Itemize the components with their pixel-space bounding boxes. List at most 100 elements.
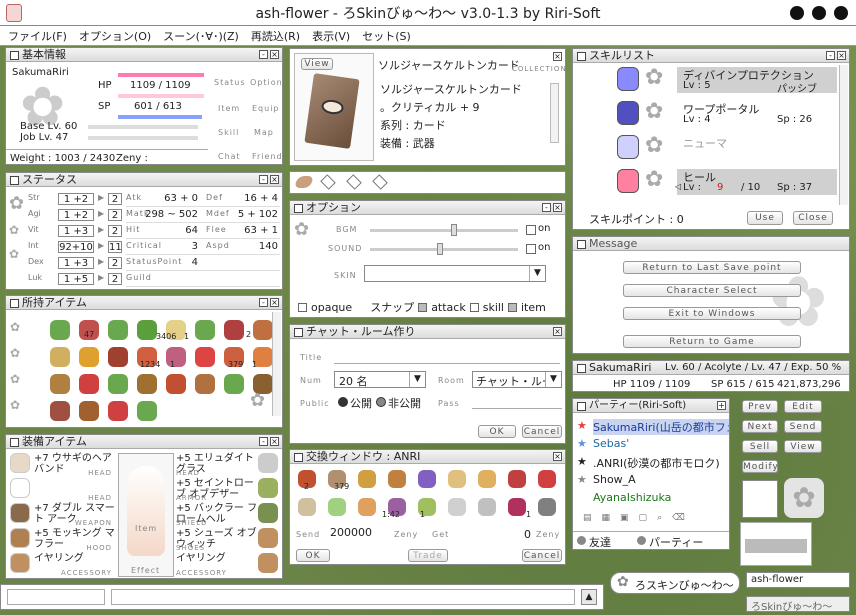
inventory-item-icon[interactable]	[137, 320, 157, 340]
item-checkbox[interactable]	[508, 302, 517, 312]
doc-icon[interactable]: ▣	[620, 513, 629, 525]
chat-num-select[interactable]: 20 名 ▼	[334, 371, 426, 388]
card-scrollbar[interactable]	[550, 83, 559, 143]
card-slot-empty-icon[interactable]	[346, 174, 362, 190]
maximize-button[interactable]	[812, 6, 826, 20]
party-header[interactable]: パーティー(Riri-Soft) +	[573, 399, 729, 413]
friends-tab[interactable]: 友達	[589, 534, 611, 549]
equip-slot-icon[interactable]	[258, 553, 278, 573]
trade-item-icon[interactable]	[538, 498, 556, 516]
close-icon[interactable]: ×	[270, 437, 279, 446]
status-header[interactable]: ステータス - ×	[6, 173, 282, 187]
skill-row[interactable]: ヒール Lv : ◁ 9/ 10 Sp : 37	[675, 169, 837, 195]
equip-slot-icon[interactable]	[258, 503, 278, 523]
inventory-item-icon[interactable]	[137, 374, 157, 394]
search-icon[interactable]: ⌕	[657, 513, 662, 525]
equip-slot-icon[interactable]	[258, 478, 278, 498]
bgm-slider[interactable]	[370, 229, 518, 232]
item-shortcut[interactable]: Item	[218, 104, 240, 113]
inventory-item-icon[interactable]	[253, 320, 273, 340]
inventory-item-icon[interactable]	[79, 401, 99, 421]
minimize-icon[interactable]: -	[259, 50, 268, 59]
chat-pass-input[interactable]	[472, 395, 562, 409]
menu-set[interactable]: セット(S)	[362, 28, 411, 44]
chat-shortcut[interactable]: Chat	[218, 152, 241, 161]
inventory-item-icon[interactable]	[195, 374, 215, 394]
add-icon[interactable]: +	[717, 401, 726, 410]
menu-view[interactable]: 表示(V)	[312, 28, 350, 44]
inventory-item-icon[interactable]	[166, 374, 186, 394]
equip-shortcut[interactable]: Equip	[252, 104, 280, 113]
close-icon[interactable]: ×	[270, 298, 279, 307]
trade-item-icon[interactable]	[388, 470, 406, 488]
chat-channel-input[interactable]	[7, 589, 105, 605]
return-game-button[interactable]: Return to Game	[623, 335, 801, 348]
chat-dropdown-button[interactable]: ▲	[581, 589, 597, 605]
chat-title-input[interactable]	[334, 350, 560, 364]
party-tab[interactable]: パーティー	[649, 534, 703, 549]
edit-button[interactable]: Edit	[784, 400, 822, 413]
party-member-name[interactable]: Show_A	[593, 473, 636, 486]
trade-item-icon[interactable]	[358, 498, 376, 516]
inventory-item-icon[interactable]	[224, 320, 244, 340]
card-view-button[interactable]: View	[301, 58, 333, 70]
party-member-name[interactable]: SakumaRiri(山岳の都市フェ	[593, 419, 729, 435]
skill-icon[interactable]	[617, 169, 639, 193]
chat-room-select[interactable]: チャット・ルー ▼	[472, 371, 562, 388]
party-radio[interactable]	[637, 536, 646, 545]
skill-list-header[interactable]: スキルリスト - ×	[573, 49, 849, 63]
card-slot-empty-icon[interactable]	[372, 174, 388, 190]
map-shortcut[interactable]: Map	[254, 128, 274, 137]
grid-icon[interactable]: ▦	[602, 513, 611, 525]
bgm-on-checkbox[interactable]	[526, 225, 536, 235]
skill-checkbox[interactable]	[469, 302, 479, 312]
minimize-button[interactable]	[790, 6, 804, 20]
inventory-item-icon[interactable]	[108, 401, 128, 421]
trade-item-icon[interactable]	[448, 470, 466, 488]
equip-slot-icon[interactable]	[10, 478, 30, 498]
stat-up-arrow-icon[interactable]: ▶	[98, 225, 104, 234]
skill-close-button[interactable]: Close	[793, 211, 833, 225]
stat-up-arrow-icon[interactable]: ▶	[98, 257, 104, 266]
friend-shortcut[interactable]: Friend	[252, 152, 282, 161]
inventory-item-icon[interactable]	[108, 320, 128, 340]
status-shortcut[interactable]: Status	[214, 78, 246, 87]
party-member-name[interactable]: .ANRI(砂漠の都市モロク)	[593, 455, 720, 471]
modify-button[interactable]: Modify	[742, 460, 778, 473]
close-icon[interactable]: ×	[553, 327, 562, 336]
skill-icon[interactable]	[617, 135, 639, 159]
inventory-item-icon[interactable]	[50, 320, 70, 340]
view-button[interactable]: View	[784, 440, 822, 453]
next-button[interactable]: Next	[742, 420, 778, 433]
equip-slot-icon[interactable]	[10, 553, 30, 573]
sound-on-checkbox[interactable]	[526, 244, 536, 254]
skill-scrollbar[interactable]	[839, 65, 848, 205]
trade-ok-button[interactable]: OK	[296, 549, 330, 562]
chat-room-header[interactable]: チャット・ルーム作り ×	[290, 325, 565, 339]
trade-send-zeny[interactable]: 200000	[330, 526, 372, 539]
minimize-icon[interactable]: -	[259, 298, 268, 307]
skill-icon[interactable]	[617, 67, 639, 91]
trade-header[interactable]: 交換ウィンドウ : ANRI ×	[290, 450, 565, 464]
inventory-item-icon[interactable]	[195, 320, 215, 340]
trade-item-icon[interactable]	[298, 498, 316, 516]
card-slot-filled-icon[interactable]	[293, 176, 315, 188]
friends-radio[interactable]	[577, 536, 586, 545]
trade-item-icon[interactable]	[418, 470, 436, 488]
flower-up-icon[interactable]: ✿	[784, 478, 824, 518]
card-slot-empty-icon[interactable]	[320, 174, 336, 190]
stat-up-arrow-icon[interactable]: ▶	[98, 209, 104, 218]
trade-trade-button[interactable]: Trade	[408, 549, 448, 562]
equip-effect-label[interactable]: Effect	[131, 566, 160, 575]
return-save-point-button[interactable]: Return to Last Save point	[623, 261, 801, 274]
party-member-name[interactable]: Sebas'	[593, 437, 629, 450]
inventory-item-icon[interactable]	[50, 401, 70, 421]
trade-item-icon[interactable]	[328, 498, 346, 516]
public-radio[interactable]	[338, 397, 348, 407]
inventory-item-icon[interactable]	[166, 347, 186, 367]
minimize-icon[interactable]: -	[259, 437, 268, 446]
inventory-item-icon[interactable]	[224, 374, 244, 394]
basic-info-header[interactable]: 基本情報 - ×	[6, 48, 282, 62]
inventory-item-icon[interactable]	[137, 401, 157, 421]
trade-item-icon[interactable]	[508, 498, 526, 516]
